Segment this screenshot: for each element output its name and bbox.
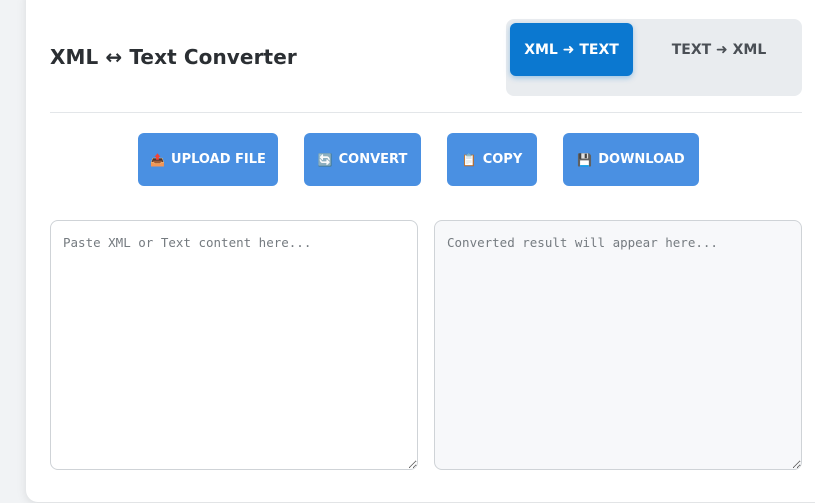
download-label: DOWNLOAD	[598, 152, 685, 167]
copy-label: COPY	[482, 152, 523, 167]
output-textarea[interactable]	[434, 220, 802, 470]
convert-button[interactable]: 🔄 CONVERT	[304, 133, 421, 186]
refresh-icon: 🔄	[317, 152, 333, 167]
mode-text-to-xml-button[interactable]: TEXT ➜ XML	[646, 23, 792, 76]
input-textarea[interactable]	[50, 220, 418, 470]
copy-button[interactable]: 📋 COPY	[447, 133, 537, 186]
header-divider	[50, 112, 802, 113]
page-title: XML ↔ Text Converter	[50, 45, 297, 69]
clipboard-icon: 📋	[461, 152, 477, 167]
mode-toggle: XML ➜ TEXT TEXT ➜ XML	[506, 19, 802, 96]
upload-icon: 📤	[150, 152, 166, 167]
upload-file-button[interactable]: 📤 UPLOAD FILE	[138, 133, 278, 186]
upload-file-label: UPLOAD FILE	[171, 152, 266, 167]
floppy-disk-icon: 💾	[577, 152, 593, 167]
mode-xml-to-text-button[interactable]: XML ➜ TEXT	[510, 23, 633, 76]
download-button[interactable]: 💾 DOWNLOAD	[563, 133, 699, 186]
convert-label: CONVERT	[338, 152, 408, 167]
